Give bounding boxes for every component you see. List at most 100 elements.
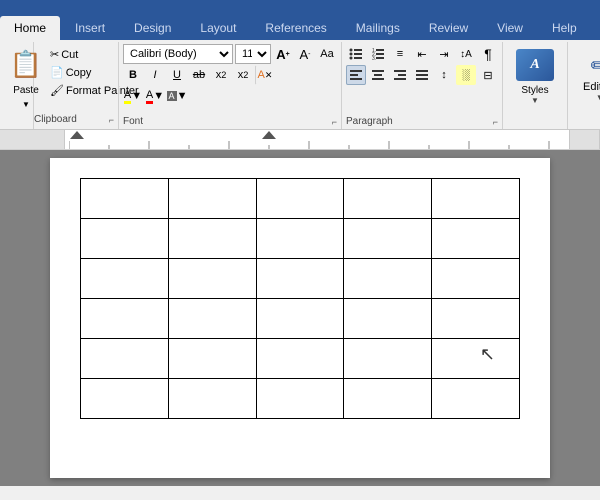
editing-icon: ✏ xyxy=(591,53,600,79)
justify-button[interactable] xyxy=(412,65,432,85)
table-cell[interactable] xyxy=(168,379,256,419)
tab-insert[interactable]: Insert xyxy=(61,16,119,40)
subscript-button[interactable]: x2 xyxy=(211,65,231,85)
italic-button[interactable]: I xyxy=(145,65,165,85)
clipboard-expand-icon[interactable]: ⌐ xyxy=(109,115,114,125)
table-cell[interactable] xyxy=(344,379,432,419)
table-cell[interactable] xyxy=(256,379,344,419)
table-cell[interactable] xyxy=(344,259,432,299)
clear-format-icon: A xyxy=(258,69,265,81)
ribbon-container: Home Insert Design Layout References Mai… xyxy=(0,0,600,130)
bullets-button[interactable] xyxy=(346,44,366,64)
document-table[interactable] xyxy=(80,178,520,419)
table-cell[interactable] xyxy=(81,339,169,379)
strikethrough-button[interactable]: ab xyxy=(189,65,209,85)
tell-me-input[interactable]: 🔍 Tell m... xyxy=(592,2,600,40)
table-cell[interactable] xyxy=(168,179,256,219)
ruler-ticks xyxy=(69,131,565,149)
table-row[interactable] xyxy=(81,259,520,299)
bold-button[interactable]: B xyxy=(123,65,143,85)
table-cell[interactable] xyxy=(256,259,344,299)
paragraph-expand-icon[interactable]: ⌐ xyxy=(493,117,498,127)
paragraph-group-content: 1.2.3. ≡ ⇤ ⇥ ↕A ¶ xyxy=(346,44,498,85)
table-cell[interactable] xyxy=(168,259,256,299)
ribbon: 📋 Paste ▼ ✂ Cut 📄 Copy 🖌 Format Painter xyxy=(0,40,600,130)
clipboard-group: 📋 Paste ▼ ✂ Cut 📄 Copy 🖌 Format Painter xyxy=(4,42,34,129)
tab-help[interactable]: Help xyxy=(538,16,591,40)
shading-button[interactable]: A▼ xyxy=(167,86,187,106)
clear-format-button[interactable]: A ✕ xyxy=(255,65,275,85)
table-row[interactable] xyxy=(81,339,520,379)
tab-bar: Home Insert Design Layout References Mai… xyxy=(0,0,600,40)
tab-layout[interactable]: Layout xyxy=(186,16,250,40)
shrink-font-button[interactable]: A- xyxy=(295,44,315,64)
table-cell[interactable] xyxy=(344,179,432,219)
line-spacing-button[interactable]: ↕ xyxy=(434,65,454,85)
table-cell[interactable] xyxy=(256,299,344,339)
shading-para-button[interactable]: ░ xyxy=(456,65,476,85)
editing-button[interactable]: ✏ Editing ▼ xyxy=(574,44,600,110)
paragraph-label: Paragraph ⌐ xyxy=(346,114,498,129)
sort-button[interactable]: ↕A xyxy=(456,44,476,64)
table-cell[interactable] xyxy=(344,339,432,379)
table-cell[interactable] xyxy=(168,219,256,259)
table-row[interactable] xyxy=(81,219,520,259)
table-cell[interactable] xyxy=(256,179,344,219)
eraser-icon: ✕ xyxy=(265,70,273,81)
align-left-button[interactable] xyxy=(346,65,366,85)
borders-button[interactable]: ⊟ xyxy=(478,65,498,85)
align-right-button[interactable] xyxy=(390,65,410,85)
multilevel-button[interactable]: ≡ xyxy=(390,44,410,64)
table-cell[interactable] xyxy=(432,219,520,259)
increase-indent-button[interactable]: ⇥ xyxy=(434,44,454,64)
tab-view[interactable]: View xyxy=(483,16,537,40)
table-cell[interactable] xyxy=(432,259,520,299)
table-cell[interactable] xyxy=(81,379,169,419)
underline-button[interactable]: U xyxy=(167,65,187,85)
text-highlight-button[interactable]: A▼ xyxy=(123,86,143,106)
font-color-icon: A xyxy=(146,89,153,104)
font-row1: Calibri (Body) 11 A+ A- Aa xyxy=(123,44,337,64)
table-cell[interactable] xyxy=(344,299,432,339)
table-cell[interactable] xyxy=(432,179,520,219)
table-cell[interactable] xyxy=(81,219,169,259)
table-cell[interactable] xyxy=(432,299,520,339)
clipboard-label: Clipboard ⌐ xyxy=(34,112,114,127)
table-cell[interactable] xyxy=(81,179,169,219)
grow-font-button[interactable]: A+ xyxy=(273,44,293,64)
font-name-select[interactable]: Calibri (Body) xyxy=(123,44,233,64)
table-row[interactable] xyxy=(81,179,520,219)
ruler-area xyxy=(0,130,600,150)
tab-mailings[interactable]: Mailings xyxy=(342,16,414,40)
styles-button[interactable]: A Styles ▼ xyxy=(509,44,561,110)
numbering-button[interactable]: 1.2.3. xyxy=(368,44,388,64)
table-row[interactable] xyxy=(81,299,520,339)
tab-review[interactable]: Review xyxy=(415,16,482,40)
table-cell[interactable] xyxy=(168,339,256,379)
table-cell[interactable] xyxy=(81,299,169,339)
font-group: Calibri (Body) 11 A+ A- Aa B I U ab x2 x… xyxy=(119,42,342,129)
tab-design[interactable]: Design xyxy=(120,16,185,40)
table-cell[interactable] xyxy=(256,339,344,379)
change-case-button[interactable]: Aa xyxy=(317,44,337,64)
decrease-indent-button[interactable]: ⇤ xyxy=(412,44,432,64)
bullets-icon xyxy=(349,47,363,61)
table-cell[interactable] xyxy=(344,219,432,259)
superscript-button[interactable]: x2 xyxy=(233,65,253,85)
show-marks-button[interactable]: ¶ xyxy=(478,44,498,64)
document-page: ↖ xyxy=(50,158,550,478)
tab-home[interactable]: Home xyxy=(0,16,60,40)
align-center-button[interactable] xyxy=(368,65,388,85)
font-size-select[interactable]: 11 xyxy=(235,44,271,64)
editing-group: ✏ Editing ▼ xyxy=(568,42,600,129)
tab-references[interactable]: References xyxy=(251,16,340,40)
table-cell[interactable] xyxy=(256,219,344,259)
table-cell[interactable] xyxy=(432,379,520,419)
table-cell[interactable] xyxy=(432,339,520,379)
font-expand-icon[interactable]: ⌐ xyxy=(332,117,337,127)
numbering-icon: 1.2.3. xyxy=(371,47,385,61)
font-color-button[interactable]: A▼ xyxy=(145,86,165,106)
table-cell[interactable] xyxy=(81,259,169,299)
table-row[interactable] xyxy=(81,379,520,419)
table-cell[interactable] xyxy=(168,299,256,339)
